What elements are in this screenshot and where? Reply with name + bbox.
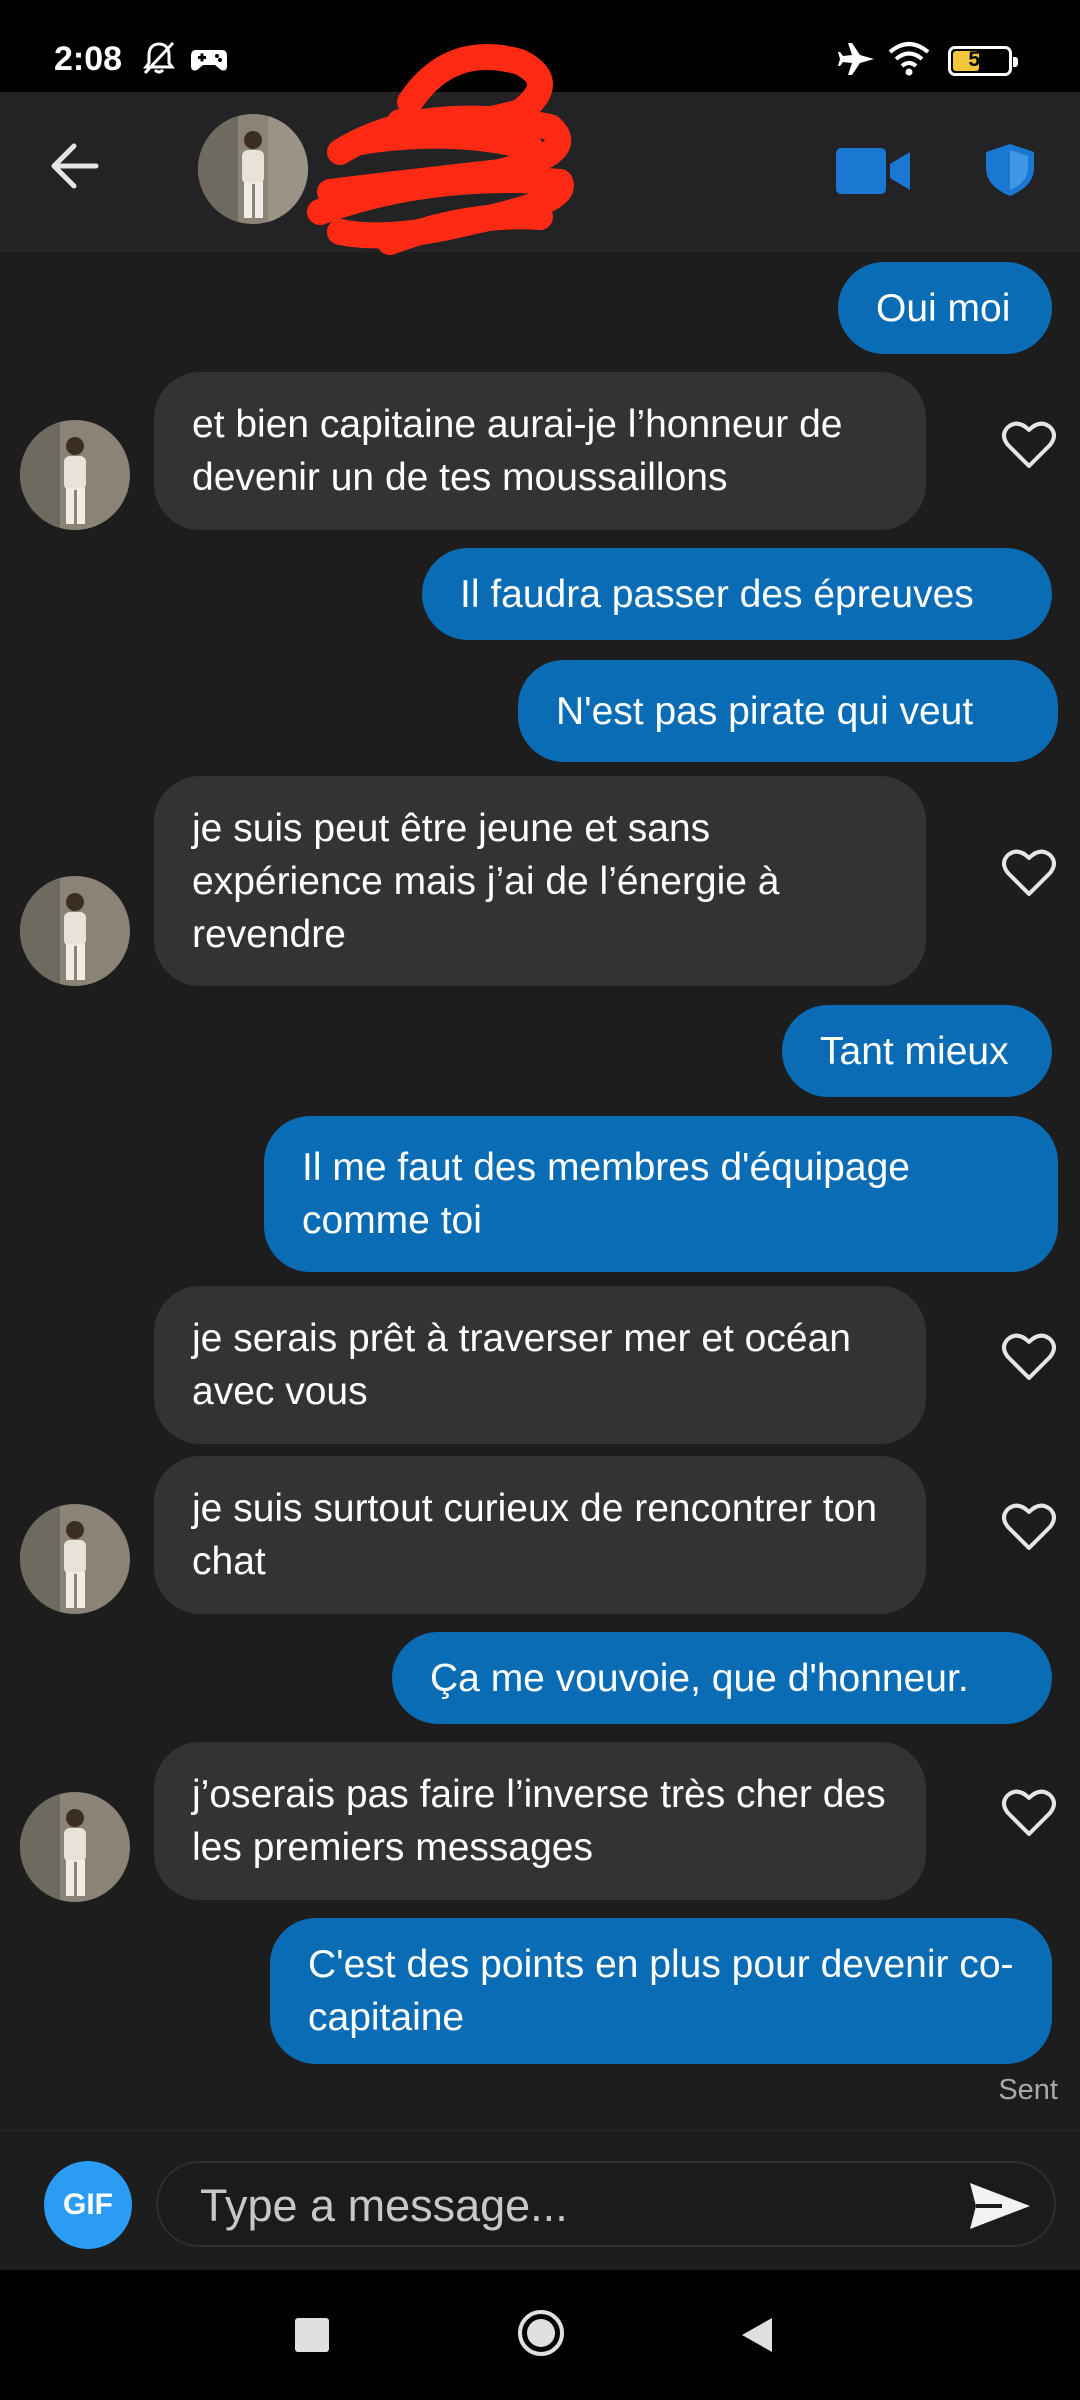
message-text: Tant mieux: [820, 1029, 1009, 1073]
message-bubble-incoming[interactable]: et bien capitaine aurai-je l’honneur de …: [154, 372, 926, 530]
chat-header: [0, 44, 1080, 255]
battery-level: 50: [968, 48, 992, 71]
message-input-wrapper: [156, 2161, 1056, 2247]
message-text: je suis surtout curieux de rencontrer to…: [192, 1487, 878, 1583]
heart-icon[interactable]: [1002, 1502, 1056, 1552]
send-icon[interactable]: [968, 2181, 1032, 2231]
battery-icon: 50: [948, 46, 1018, 76]
message-bubble-incoming[interactable]: j’oserais pas faire l’inverse très cher …: [154, 1742, 926, 1900]
message-text: Oui moi: [876, 286, 1011, 330]
game-controller-icon: [191, 50, 227, 71]
sent-status: Sent: [998, 2074, 1058, 2106]
system-nav-bar: [0, 2270, 1080, 2400]
status-time: 2:08: [54, 40, 123, 78]
redacted-name-scribble: [307, 44, 574, 255]
message-bubble-outgoing[interactable]: Il faudra passer des épreuves: [422, 548, 1052, 640]
message-text: Ça me vouvoie, que d'honneur.: [430, 1656, 969, 1700]
sender-avatar[interactable]: [20, 420, 130, 530]
message-bubble-incoming[interactable]: je serais prêt à traverser mer et océan …: [154, 1286, 926, 1444]
bell-muted-icon: [143, 41, 175, 75]
nav-back-button[interactable]: [740, 2316, 774, 2354]
message-bubble-outgoing[interactable]: Oui moi: [838, 262, 1052, 354]
message-text: et bien capitaine aurai-je l’honneur de …: [192, 403, 843, 499]
heart-icon[interactable]: [1002, 1788, 1056, 1838]
airplane-icon: [838, 43, 874, 75]
message-text: Il me faut des membres d'équipage comme …: [302, 1146, 910, 1242]
message-bubble-incoming[interactable]: je suis peut être jeune et sans expérien…: [154, 776, 926, 986]
heart-icon[interactable]: [1002, 848, 1056, 898]
message-text: je serais prêt à traverser mer et océan …: [192, 1317, 851, 1413]
recents-button[interactable]: [295, 2318, 329, 2352]
message-text: N'est pas pirate qui veut: [556, 689, 974, 733]
message-text: j’oserais pas faire l’inverse très cher …: [192, 1773, 886, 1869]
contact-avatar[interactable]: [198, 114, 308, 224]
heart-icon[interactable]: [1002, 420, 1056, 470]
message-text: Il faudra passer des épreuves: [460, 572, 974, 616]
message-text: C'est des points en plus pour devenir co…: [308, 1943, 1014, 2039]
gif-button[interactable]: GIF: [44, 2161, 132, 2249]
message-composer: GIF: [0, 2130, 1080, 2271]
sender-avatar[interactable]: [20, 1792, 130, 1902]
heart-icon[interactable]: [1002, 1332, 1056, 1382]
message-bubble-outgoing[interactable]: Tant mieux: [782, 1005, 1052, 1097]
home-button[interactable]: [516, 2308, 566, 2358]
sender-avatar[interactable]: [20, 1504, 130, 1614]
message-text: je suis peut être jeune et sans expérien…: [192, 806, 780, 956]
wifi-icon: [888, 42, 930, 76]
message-bubble-outgoing[interactable]: N'est pas pirate qui veut: [518, 660, 1058, 762]
message-bubble-incoming[interactable]: je suis surtout curieux de rencontrer to…: [154, 1456, 926, 1614]
video-camera-icon[interactable]: [836, 146, 912, 196]
message-input[interactable]: [198, 2175, 922, 2237]
back-arrow-icon[interactable]: [48, 140, 100, 192]
shield-icon[interactable]: [982, 142, 1038, 198]
message-bubble-outgoing[interactable]: Ça me vouvoie, que d'honneur.: [392, 1632, 1052, 1724]
sender-avatar[interactable]: [20, 876, 130, 986]
message-bubble-outgoing[interactable]: Il me faut des membres d'équipage comme …: [264, 1116, 1058, 1272]
message-bubble-outgoing[interactable]: C'est des points en plus pour devenir co…: [270, 1918, 1052, 2064]
